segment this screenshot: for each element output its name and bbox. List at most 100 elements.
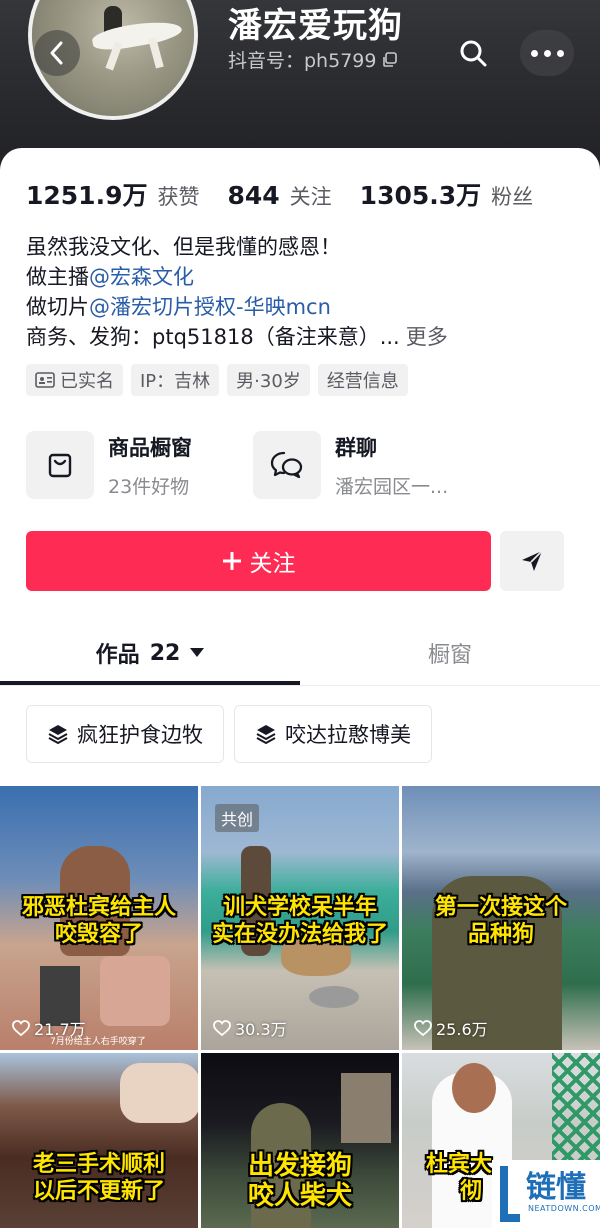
co-create-badge: 共创 <box>215 804 260 832</box>
followers-label: 粉丝 <box>491 185 534 209</box>
bio-text: 做主播 <box>26 265 89 289</box>
shop-window-text: 商品橱窗 23件好物 <box>108 432 192 499</box>
collection-label: 咬达拉憨博美 <box>285 723 411 747</box>
plus-icon <box>222 552 241 570</box>
video-likes: 30.3万 <box>213 1016 287 1040</box>
heart-icon <box>414 1020 432 1036</box>
collection-chip[interactable]: 疯狂护食边牧 <box>26 705 224 763</box>
search-button[interactable] <box>450 30 496 76</box>
id-card-icon <box>35 372 55 388</box>
ip-tag: IP：吉林 <box>131 364 220 396</box>
heart-icon <box>12 1020 30 1036</box>
thumbnail-wound <box>100 956 170 1026</box>
tab-active-indicator <box>0 681 300 685</box>
gender-age-tag: 男·30岁 <box>227 364 310 396</box>
caption-line: 咬人柴犬 <box>247 1181 352 1211</box>
search-icon <box>460 40 487 67</box>
video-thumbnail[interactable]: 老三手术顺利 以后不更新了 <box>0 1053 198 1228</box>
video-caption: 第一次接这个 品种狗 <box>402 894 600 948</box>
business-info-tag[interactable]: 经营信息 <box>317 364 408 396</box>
following-count[interactable]: 844 <box>227 181 279 210</box>
tab-works[interactable]: 作品 22 <box>0 620 300 686</box>
tab-works-label: 作品 <box>95 643 140 668</box>
collection-chip[interactable]: 咬达拉憨博美 <box>234 705 432 763</box>
caption-line: 实在没办法给我了 <box>211 922 388 947</box>
more-dot-icon <box>556 49 564 57</box>
thumbnail-bowl <box>309 986 359 1008</box>
more-dot-icon <box>543 49 551 57</box>
shop-window-title: 商品橱窗 <box>108 435 192 460</box>
video-caption: 邪恶杜宾给主人 咬毁容了 <box>0 894 198 948</box>
share-button[interactable] <box>500 531 564 591</box>
shop-window-subtitle: 23件好物 <box>108 475 190 498</box>
video-thumbnail[interactable]: 邪恶杜宾给主人 咬毁容了 21.7万 7月份给主人右手咬穿了 <box>0 786 198 1050</box>
collections-row: 疯狂护食边牧 咬达拉憨博美 <box>26 705 432 763</box>
profile-page: 潘宏爱玩狗 抖音号：ph5799 1251.9万 获赞 844 关注 1305.… <box>0 0 600 1228</box>
shopping-bag-icon <box>48 453 72 478</box>
more-button[interactable] <box>520 30 574 76</box>
bio-text: 商务、发狗：ptq51818（备注来意）... <box>26 325 400 349</box>
douyin-id[interactable]: 抖音号：ph5799 <box>228 46 398 73</box>
layers-icon <box>48 725 68 744</box>
bio-line: 商务、发狗：ptq51818（备注来意）... 更多 <box>26 322 448 352</box>
more-dot-icon <box>530 49 538 57</box>
douyin-id-text: 抖音号：ph5799 <box>228 50 377 72</box>
group-chat-subtitle: 潘宏园区一... <box>335 475 449 498</box>
group-chat-entry[interactable]: 群聊 潘宏园区一... <box>253 430 448 500</box>
thumbnail-hand <box>120 1063 198 1123</box>
follow-button[interactable]: 关注 <box>26 531 491 591</box>
thumbnail-face <box>452 1063 496 1113</box>
mention-link[interactable]: @潘宏切片授权-华映mcn <box>89 295 331 319</box>
caption-line: 出发接狗 <box>247 1151 352 1181</box>
mention-link[interactable]: @宏森文化 <box>89 265 194 289</box>
likes-count[interactable]: 1251.9万 <box>26 176 147 212</box>
bio-more-link[interactable]: 更多 <box>406 325 448 349</box>
video-caption: 出发接狗 咬人柴犬 <box>201 1151 399 1211</box>
bio: 虽然我没文化、但是我懂的感恩！ 做主播@宏森文化 做切片@潘宏切片授权-华映mc… <box>26 232 448 352</box>
watermark-title: 链懂 <box>526 1170 586 1205</box>
bio-line: 做切片@潘宏切片授权-华映mcn <box>26 292 448 322</box>
thumbnail-building <box>341 1073 391 1143</box>
caption-line: 邪恶杜宾给主人 <box>21 895 176 920</box>
verified-text: 已实名 <box>60 371 114 392</box>
caption-line: 第一次接这个 <box>434 895 567 920</box>
shop-icon-box <box>26 431 94 499</box>
copy-icon[interactable] <box>382 51 398 68</box>
watermark-subtitle: NEATDOWN.COM <box>528 1204 600 1213</box>
watermark-l-icon <box>500 1166 520 1222</box>
back-button[interactable] <box>34 30 80 76</box>
video-thumbnail[interactable]: 出发接狗 咬人柴犬 <box>201 1053 399 1228</box>
likes-count-text: 25.6万 <box>436 1020 488 1039</box>
followers-count[interactable]: 1305.3万 <box>360 176 481 212</box>
video-likes: 25.6万 <box>414 1016 488 1040</box>
video-thumbnail[interactable]: 共创 训犬学校呆半年 实在没办法给我了 30.3万 <box>201 786 399 1050</box>
follow-label: 关注 <box>249 551 296 577</box>
layers-icon <box>256 725 276 744</box>
caption-line: 老三手术顺利 <box>32 1152 165 1177</box>
group-chat-title: 群聊 <box>335 435 377 460</box>
stats-row: 1251.9万 获赞 844 关注 1305.3万 粉丝 <box>26 176 561 212</box>
caret-down-icon[interactable] <box>190 648 205 658</box>
send-icon <box>522 550 543 571</box>
verified-tag[interactable]: 已实名 <box>26 364 123 396</box>
tab-shop-window[interactable]: 橱窗 <box>300 620 600 686</box>
watermark-logo: 链懂 NEATDOWN.COM <box>492 1160 600 1228</box>
chat-bubble-icon <box>270 451 303 479</box>
likes-count-text: 30.3万 <box>235 1020 287 1039</box>
profile-tags: 已实名 IP：吉林 男·30岁 经营信息 <box>26 364 408 396</box>
likes-label: 获赞 <box>157 185 200 209</box>
caption-line: 训犬学校呆半年 <box>222 895 377 920</box>
profile-name: 潘宏爱玩狗 <box>228 6 403 46</box>
caption-line: 以后不更新了 <box>32 1179 165 1204</box>
content-tabs: 作品 22 橱窗 <box>0 620 600 686</box>
group-chat-text: 群聊 潘宏园区一... <box>335 432 448 499</box>
bio-text: 做切片 <box>26 295 89 319</box>
caption-line: 品种狗 <box>467 922 534 947</box>
collection-label: 疯狂护食边牧 <box>77 723 203 747</box>
shop-window-entry[interactable]: 商品橱窗 23件好物 <box>26 430 192 500</box>
following-label: 关注 <box>289 185 332 209</box>
caption-line: 咬毁容了 <box>54 922 143 947</box>
bio-line: 做主播@宏森文化 <box>26 262 448 292</box>
video-caption: 老三手术顺利 以后不更新了 <box>0 1151 198 1205</box>
video-thumbnail[interactable]: 第一次接这个 品种狗 25.6万 <box>402 786 600 1050</box>
